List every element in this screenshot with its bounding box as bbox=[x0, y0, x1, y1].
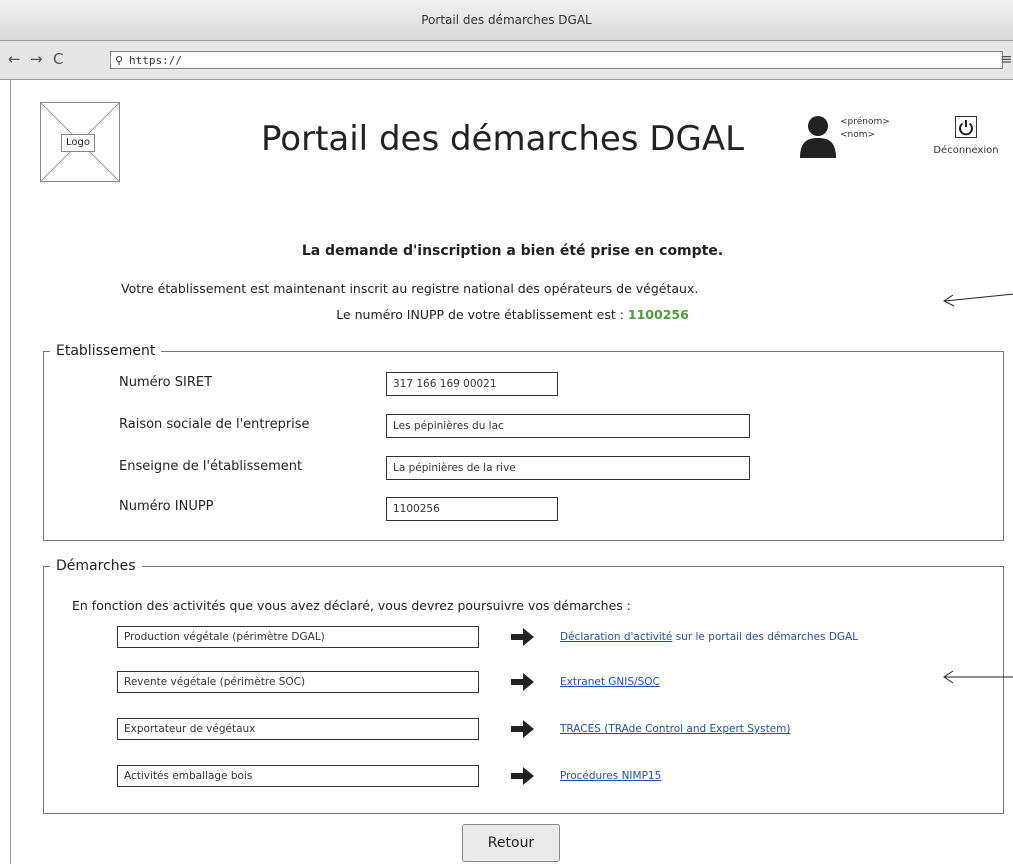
forward-arrow-icon[interactable]: → bbox=[30, 50, 43, 68]
arrow-right-icon bbox=[511, 673, 534, 691]
activity-link-suffix: sur le portail des démarches DGAL bbox=[672, 631, 859, 643]
retour-button[interactable]: Retour bbox=[462, 824, 560, 862]
menu-icon[interactable]: ≡ bbox=[1000, 50, 1013, 68]
url-bar[interactable]: ⚲ https:// bbox=[110, 51, 1003, 69]
siret-field[interactable]: 317 166 169 00021 bbox=[386, 372, 558, 396]
registration-message: Votre établissement est maintenant inscr… bbox=[121, 281, 699, 296]
enseigne-field[interactable]: La pépinières de la rive bbox=[386, 456, 750, 480]
activity-link[interactable]: TRACES (TRAde Control and Expert System) bbox=[560, 719, 790, 739]
demarches-legend: Démarches bbox=[50, 556, 142, 576]
activity-link-text[interactable]: Extranet GNIS/SOC bbox=[560, 676, 660, 688]
activity-link[interactable]: Déclaration d'activité sur le portail de… bbox=[560, 627, 858, 647]
browser-nav-bar: ← → C ⚲ https:// ≡ bbox=[0, 41, 1013, 80]
user-firstname: <prénom> bbox=[840, 117, 890, 127]
reload-icon[interactable]: C bbox=[53, 50, 63, 68]
window-title: Portail des démarches DGAL bbox=[421, 13, 592, 27]
inupp-label: Numéro INUPP bbox=[119, 499, 214, 514]
demarches-intro: En fonction des activités que vous avez … bbox=[72, 598, 631, 613]
activity-box: Production végétale (périmètre DGAL) bbox=[117, 626, 479, 648]
page-title: Portail des démarches DGAL bbox=[261, 119, 745, 159]
inupp-number: 1100256 bbox=[627, 307, 689, 322]
annotation-arrow-icon bbox=[943, 293, 1013, 307]
logout-label: Déconnexion bbox=[933, 145, 999, 156]
inupp-message-prefix: Le numéro INUPP de votre établissement e… bbox=[336, 307, 624, 322]
url-text: https:// bbox=[129, 54, 182, 67]
activity-link[interactable]: Procédures NIMP15 bbox=[560, 766, 661, 786]
page-content: Logo Portail des démarches DGAL <prénom>… bbox=[10, 80, 1013, 864]
siret-label: Numéro SIRET bbox=[119, 375, 213, 390]
inupp-field[interactable]: 1100256 bbox=[386, 497, 558, 521]
activity-box: Exportateur de végétaux bbox=[117, 718, 479, 740]
arrow-right-icon bbox=[511, 767, 534, 785]
activity-box: Activités emballage bois bbox=[117, 765, 479, 787]
raison-sociale-label: Raison sociale de l'entreprise bbox=[119, 417, 310, 432]
inupp-message: Le numéro INUPP de votre établissement e… bbox=[11, 305, 1013, 325]
annotation-arrow-icon bbox=[943, 670, 1013, 684]
enseigne-label: Enseigne de l'établissement bbox=[119, 459, 303, 474]
logout-button[interactable]: Déconnexion bbox=[926, 116, 1006, 156]
activity-link-text[interactable]: Déclaration d'activité bbox=[560, 631, 672, 643]
confirmation-message: La demande d'inscription a bien été pris… bbox=[301, 243, 724, 259]
activity-link-text[interactable]: TRACES (TRAde Control and Expert System) bbox=[560, 723, 790, 735]
back-arrow-icon[interactable]: ← bbox=[8, 50, 21, 68]
etablissement-legend: Etablissement bbox=[50, 341, 162, 361]
search-icon: ⚲ bbox=[115, 54, 124, 67]
user-lastname: <nom> bbox=[840, 130, 876, 140]
window-title-bar: Portail des démarches DGAL bbox=[0, 0, 1013, 41]
demarches-section: Démarches En fonction des activités que … bbox=[43, 556, 1004, 814]
arrow-right-icon bbox=[511, 720, 534, 738]
raison-sociale-field[interactable]: Les pépinières du lac bbox=[386, 414, 750, 438]
logo-label: Logo bbox=[61, 134, 95, 152]
activity-link-text[interactable]: Procédures NIMP15 bbox=[560, 770, 661, 782]
arrow-right-icon bbox=[511, 628, 534, 646]
logo-placeholder: Logo bbox=[40, 102, 120, 182]
etablissement-section: Etablissement Numéro SIRET 317 166 169 0… bbox=[43, 341, 1004, 541]
activity-link[interactable]: Extranet GNIS/SOC bbox=[560, 672, 660, 692]
activity-box: Revente végétale (périmètre SOC) bbox=[117, 671, 479, 693]
user-names: <prénom> <nom> bbox=[840, 116, 890, 142]
power-icon bbox=[955, 116, 977, 138]
user-icon bbox=[800, 116, 836, 158]
